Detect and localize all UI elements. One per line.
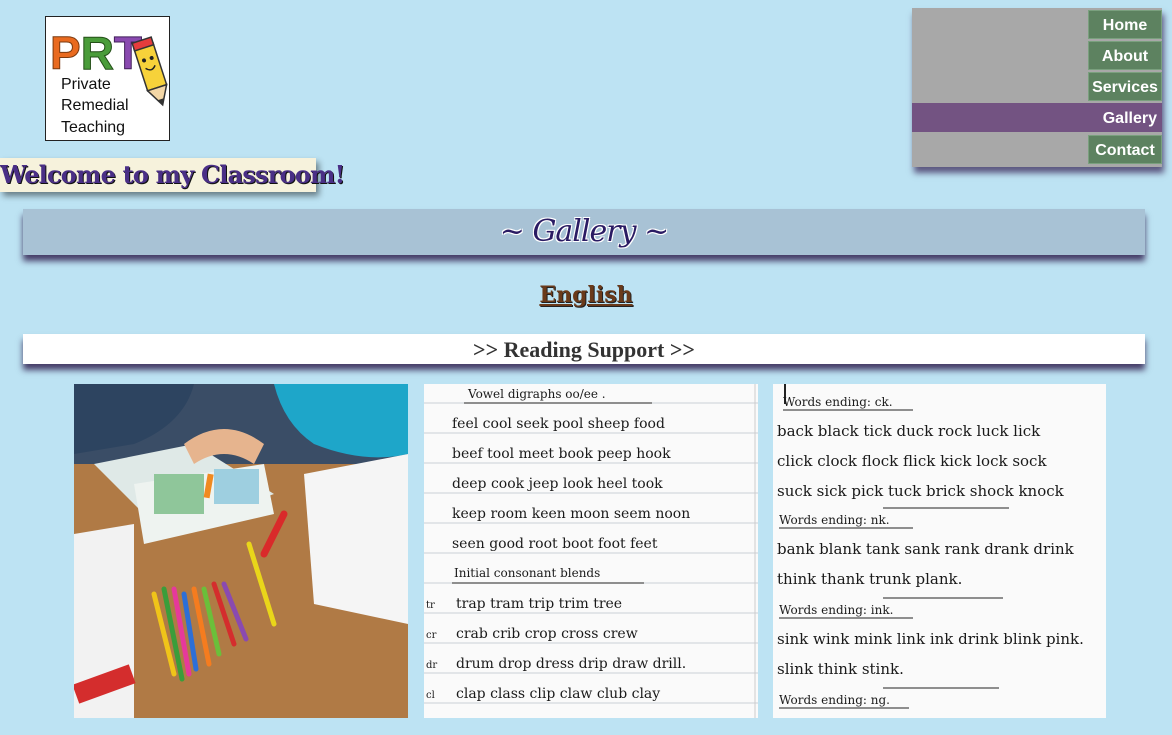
worksheet2-section-title: Words ending: nk. — [779, 513, 890, 527]
blend-tag: dr — [426, 660, 437, 671]
blend-row: crab crib crop cross crew — [456, 626, 638, 642]
blend-row: clap class clip claw club clay — [456, 686, 660, 702]
worksheet1-subtitle: Initial consonant blends — [454, 566, 600, 580]
gallery-heading: ~ Gallery ~ — [23, 209, 1145, 255]
worksheet2-row: back black tick duck rock luck lick — [777, 422, 1041, 440]
worksheet1-row: feel cool seek pool sheep food — [452, 416, 665, 432]
nav-item-contact[interactable]: Contact — [1088, 135, 1162, 164]
logo-line3: Teaching — [61, 119, 125, 136]
blend-tag: cr — [426, 630, 437, 641]
worksheet2-section-title: Words ending: ng. — [779, 693, 890, 707]
blend-row: trap tram trip trim tree — [456, 596, 622, 612]
worksheet2-row: suck sick pick tuck brick shock knock — [777, 482, 1065, 500]
worksheet-word-endings[interactable]: Words ending: ck. back black tick duck r… — [773, 384, 1106, 718]
worksheet2-section-title: Words ending: ink. — [779, 603, 893, 617]
worksheet1-row: keep room keen moon seem noon — [452, 506, 690, 522]
blend-row: drum drop dress drip draw drill. — [456, 656, 686, 672]
worksheet2-row: bank blank tank sank rank drank drink — [777, 540, 1075, 558]
blend-tag: cl — [426, 690, 435, 701]
subsection-reading-support: >> Reading Support >> — [23, 334, 1145, 364]
nav-item-home[interactable]: Home — [1088, 10, 1162, 39]
section-title-english: English — [539, 282, 633, 308]
worksheet-vowel-digraphs[interactable]: Vowel digraphs oo/ee . feel cool seek po… — [424, 384, 758, 718]
nav-item-about[interactable]: About — [1088, 41, 1162, 70]
logo-letters: PRT — [50, 27, 142, 79]
worksheet2-section-title: Words ending: ck. — [783, 395, 893, 409]
worksheet2-row: click clock flock flick kick lock sock — [777, 452, 1047, 470]
worksheet1-title: Vowel digraphs oo/ee . — [467, 387, 606, 401]
welcome-banner: Welcome to my Classroom! — [0, 158, 345, 192]
blend-tag: tr — [426, 600, 435, 611]
worksheet2-row: think thank trunk plank. — [777, 570, 962, 588]
nav-item-services[interactable]: Services — [1088, 72, 1162, 101]
worksheet2-row: sink wink mink link ink drink blink pink… — [777, 630, 1084, 648]
prt-logo[interactable]: PRT Private Remedial Teaching — [45, 16, 170, 141]
nav-item-gallery[interactable]: Gallery — [912, 103, 1162, 132]
worksheet1-row: deep cook jeep look heel took — [452, 476, 663, 492]
worksheet1-row: seen good root boot foot feet — [452, 536, 658, 552]
logo-line1: Private — [61, 76, 111, 93]
classroom-photo[interactable] — [74, 384, 408, 718]
main-nav: Home About Services Gallery Contact — [912, 8, 1162, 167]
worksheet1-row: beef tool meet book peep hook — [452, 446, 671, 462]
logo-line2: Remedial — [61, 97, 129, 114]
worksheet2-row: slink think stink. — [777, 660, 904, 678]
